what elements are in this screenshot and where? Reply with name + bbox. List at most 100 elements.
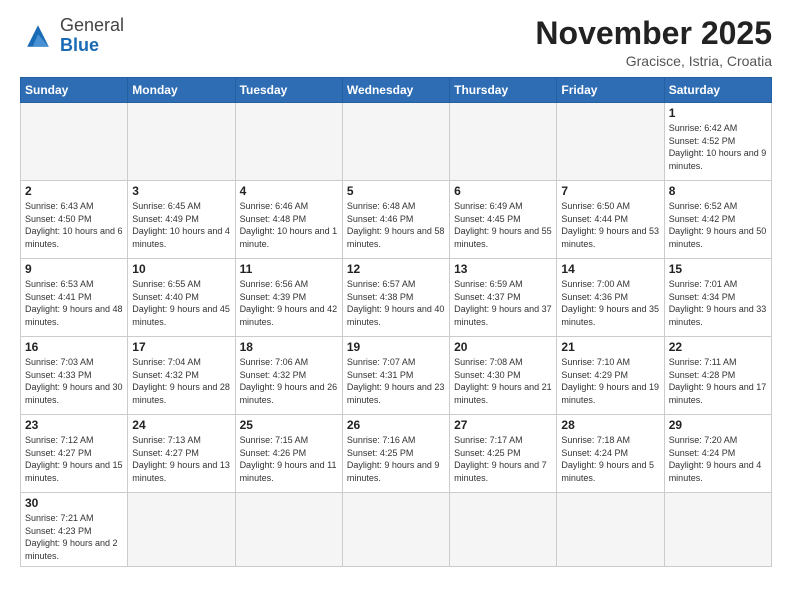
day-info: Sunrise: 6:59 AM Sunset: 4:37 PM Dayligh…	[454, 278, 552, 328]
day-number: 22	[669, 340, 767, 354]
location: Gracisce, Istria, Croatia	[535, 53, 772, 69]
calendar-cell: 4 Sunrise: 6:46 AM Sunset: 4:48 PM Daylig…	[235, 181, 342, 259]
day-number: 5	[347, 184, 445, 198]
day-info: Sunrise: 7:20 AM Sunset: 4:24 PM Dayligh…	[669, 434, 767, 484]
day-number: 6	[454, 184, 552, 198]
day-number: 4	[240, 184, 338, 198]
day-number: 13	[454, 262, 552, 276]
day-number: 30	[25, 496, 123, 510]
calendar-cell: 6 Sunrise: 6:49 AM Sunset: 4:45 PM Daylig…	[450, 181, 557, 259]
calendar-cell: 10 Sunrise: 6:55 AM Sunset: 4:40 PM Dayli…	[128, 259, 235, 337]
day-info: Sunrise: 7:16 AM Sunset: 4:25 PM Dayligh…	[347, 434, 445, 484]
day-info: Sunrise: 6:56 AM Sunset: 4:39 PM Dayligh…	[240, 278, 338, 328]
day-number: 1	[669, 106, 767, 120]
day-number: 24	[132, 418, 230, 432]
calendar-cell: 19 Sunrise: 7:07 AM Sunset: 4:31 PM Dayli…	[342, 337, 449, 415]
calendar-cell: 12 Sunrise: 6:57 AM Sunset: 4:38 PM Dayli…	[342, 259, 449, 337]
calendar-cell: 2Sunrise: 6:43 AM Sunset: 4:50 PM Daylig…	[21, 181, 128, 259]
day-number: 9	[25, 262, 123, 276]
day-info: Sunrise: 7:17 AM Sunset: 4:25 PM Dayligh…	[454, 434, 552, 484]
day-info: Sunrise: 6:52 AM Sunset: 4:42 PM Dayligh…	[669, 200, 767, 250]
calendar-week-row: 30Sunrise: 7:21 AM Sunset: 4:23 PM Dayli…	[21, 493, 772, 566]
day-number: 25	[240, 418, 338, 432]
logo-icon	[20, 18, 56, 54]
day-number: 26	[347, 418, 445, 432]
day-number: 8	[669, 184, 767, 198]
day-info: Sunrise: 6:43 AM Sunset: 4:50 PM Dayligh…	[25, 200, 123, 250]
calendar-week-row: 23 Sunrise: 7:12 AM Sunset: 4:27 PM Dayli…	[21, 415, 772, 493]
calendar-cell	[557, 103, 664, 181]
month-title: November 2025	[535, 16, 772, 51]
day-info: Sunrise: 7:15 AM Sunset: 4:26 PM Dayligh…	[240, 434, 338, 484]
calendar-cell: 24Sunrise: 7:13 AM Sunset: 4:27 PM Dayli…	[128, 415, 235, 493]
day-info: Sunrise: 7:03 AM Sunset: 4:33 PM Dayligh…	[25, 356, 123, 406]
calendar-cell	[342, 103, 449, 181]
day-number: 23	[25, 418, 123, 432]
day-info: Sunrise: 7:12 AM Sunset: 4:27 PM Dayligh…	[25, 434, 123, 484]
calendar-header-tuesday: Tuesday	[235, 78, 342, 103]
day-info: Sunrise: 6:46 AM Sunset: 4:48 PM Dayligh…	[240, 200, 338, 250]
calendar-cell: 21Sunrise: 7:10 AM Sunset: 4:29 PM Dayli…	[557, 337, 664, 415]
calendar-cell	[664, 493, 771, 566]
day-info: Sunrise: 6:42 AM Sunset: 4:52 PM Dayligh…	[669, 122, 767, 172]
day-number: 18	[240, 340, 338, 354]
day-number: 21	[561, 340, 659, 354]
calendar-cell: 23 Sunrise: 7:12 AM Sunset: 4:27 PM Dayli…	[21, 415, 128, 493]
page: General Blue November 2025 Gracisce, Ist…	[0, 0, 792, 612]
calendar-header-monday: Monday	[128, 78, 235, 103]
calendar-cell: 7 Sunrise: 6:50 AM Sunset: 4:44 PM Daylig…	[557, 181, 664, 259]
header: General Blue November 2025 Gracisce, Ist…	[20, 16, 772, 69]
calendar-cell: 11Sunrise: 6:56 AM Sunset: 4:39 PM Dayli…	[235, 259, 342, 337]
calendar-cell	[21, 103, 128, 181]
calendar-week-row: 2Sunrise: 6:43 AM Sunset: 4:50 PM Daylig…	[21, 181, 772, 259]
calendar-cell: 15Sunrise: 7:01 AM Sunset: 4:34 PM Dayli…	[664, 259, 771, 337]
day-info: Sunrise: 6:53 AM Sunset: 4:41 PM Dayligh…	[25, 278, 123, 328]
day-number: 29	[669, 418, 767, 432]
day-info: Sunrise: 7:08 AM Sunset: 4:30 PM Dayligh…	[454, 356, 552, 406]
calendar-header-wednesday: Wednesday	[342, 78, 449, 103]
day-number: 3	[132, 184, 230, 198]
calendar-header-saturday: Saturday	[664, 78, 771, 103]
calendar-cell: 16 Sunrise: 7:03 AM Sunset: 4:33 PM Dayli…	[21, 337, 128, 415]
day-info: Sunrise: 7:11 AM Sunset: 4:28 PM Dayligh…	[669, 356, 767, 406]
calendar-week-row: 16 Sunrise: 7:03 AM Sunset: 4:33 PM Dayli…	[21, 337, 772, 415]
calendar-cell: 17Sunrise: 7:04 AM Sunset: 4:32 PM Dayli…	[128, 337, 235, 415]
day-info: Sunrise: 6:55 AM Sunset: 4:40 PM Dayligh…	[132, 278, 230, 328]
day-info: Sunrise: 6:48 AM Sunset: 4:46 PM Dayligh…	[347, 200, 445, 250]
day-info: Sunrise: 6:49 AM Sunset: 4:45 PM Dayligh…	[454, 200, 552, 250]
calendar-cell: 5 Sunrise: 6:48 AM Sunset: 4:46 PM Daylig…	[342, 181, 449, 259]
day-number: 19	[347, 340, 445, 354]
calendar-cell: 13 Sunrise: 6:59 AM Sunset: 4:37 PM Dayli…	[450, 259, 557, 337]
logo: General Blue	[20, 16, 124, 56]
logo-blue: Blue	[60, 36, 124, 56]
calendar-cell	[235, 103, 342, 181]
day-info: Sunrise: 7:06 AM Sunset: 4:32 PM Dayligh…	[240, 356, 338, 406]
day-info: Sunrise: 6:50 AM Sunset: 4:44 PM Dayligh…	[561, 200, 659, 250]
logo-general: General	[60, 16, 124, 36]
calendar-cell: 30Sunrise: 7:21 AM Sunset: 4:23 PM Dayli…	[21, 493, 128, 566]
day-number: 12	[347, 262, 445, 276]
day-info: Sunrise: 6:57 AM Sunset: 4:38 PM Dayligh…	[347, 278, 445, 328]
day-number: 28	[561, 418, 659, 432]
calendar: SundayMondayTuesdayWednesdayThursdayFrid…	[20, 77, 772, 566]
day-number: 20	[454, 340, 552, 354]
day-number: 7	[561, 184, 659, 198]
day-number: 16	[25, 340, 123, 354]
day-number: 27	[454, 418, 552, 432]
calendar-cell	[450, 103, 557, 181]
day-info: Sunrise: 7:00 AM Sunset: 4:36 PM Dayligh…	[561, 278, 659, 328]
day-info: Sunrise: 7:07 AM Sunset: 4:31 PM Dayligh…	[347, 356, 445, 406]
title-area: November 2025 Gracisce, Istria, Croatia	[535, 16, 772, 69]
calendar-cell	[450, 493, 557, 566]
calendar-cell: 28Sunrise: 7:18 AM Sunset: 4:24 PM Dayli…	[557, 415, 664, 493]
calendar-cell: 8 Sunrise: 6:52 AM Sunset: 4:42 PM Daylig…	[664, 181, 771, 259]
day-number: 15	[669, 262, 767, 276]
calendar-cell: 29 Sunrise: 7:20 AM Sunset: 4:24 PM Dayli…	[664, 415, 771, 493]
calendar-header-sunday: Sunday	[21, 78, 128, 103]
day-number: 10	[132, 262, 230, 276]
calendar-cell	[557, 493, 664, 566]
calendar-cell: 27 Sunrise: 7:17 AM Sunset: 4:25 PM Dayli…	[450, 415, 557, 493]
day-number: 14	[561, 262, 659, 276]
day-info: Sunrise: 6:45 AM Sunset: 4:49 PM Dayligh…	[132, 200, 230, 250]
calendar-cell: 22 Sunrise: 7:11 AM Sunset: 4:28 PM Dayli…	[664, 337, 771, 415]
